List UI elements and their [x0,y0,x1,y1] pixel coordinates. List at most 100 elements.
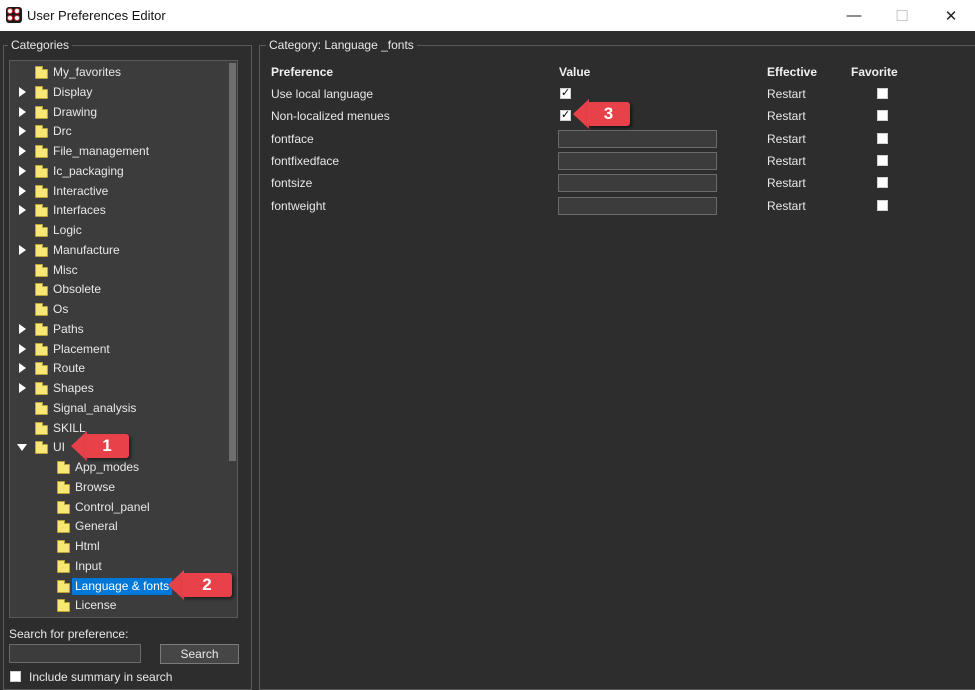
maximize-button[interactable]: ☐ [878,0,926,31]
tree-item-label: Drawing [53,104,98,119]
preference-name: fontface [271,131,314,146]
preference-value-input[interactable] [558,196,717,215]
categories-title: Categories [8,38,73,52]
tree-item-control-panel[interactable]: Control_panel [10,498,228,517]
folder-icon [35,401,48,415]
favorite-checkbox[interactable] [877,110,888,122]
close-button[interactable]: ✕ [927,0,975,31]
folder-icon [35,204,48,218]
favorite-checkbox[interactable] [877,88,888,99]
preference-effective: Restart [767,131,806,146]
search-button[interactable]: Search [160,644,239,664]
expand-arrow-icon[interactable] [19,86,26,97]
favorite-checkbox[interactable] [877,199,888,211]
tree-item-display[interactable]: Display [10,83,228,102]
preference-name: fontweight [271,198,326,213]
preference-name: fontfixedface [271,153,340,168]
folder-icon [35,421,48,435]
tree-scroll-thumb[interactable] [229,63,236,461]
tree-item-route[interactable]: Route [10,359,228,378]
tree-item-drawing[interactable]: Drawing [10,103,228,122]
preference-value-input[interactable] [558,129,717,148]
tree-item-label: My_favorites [53,65,122,79]
tree-item-label: License [75,598,117,613]
tree-item-label: Os [53,302,69,316]
tree-item-my-favorites[interactable]: My_favorites [10,63,228,82]
tree-item-license[interactable]: License [10,596,228,615]
expand-arrow-icon[interactable] [19,244,26,255]
tree-item-label: Drc [53,124,72,139]
tree-item-label: App_modes [75,460,140,474]
preference-value-checkbox[interactable] [560,108,571,122]
expand-arrow-icon[interactable] [19,165,26,176]
preference-value-checkbox[interactable] [560,86,571,99]
folder-icon [35,303,48,316]
column-header-favorite: Favorite [851,65,898,79]
folder-icon [57,599,70,613]
tree-item-interactive[interactable]: Interactive [10,182,228,201]
folder-icon [35,105,48,119]
tree-item-os[interactable]: Os [10,300,228,319]
preference-effective: Restart [767,198,806,213]
preference-value-input[interactable] [558,174,717,193]
include-summary-checkbox[interactable] [10,671,21,682]
tree-item-file-management[interactable]: File_management [10,142,228,161]
column-header-effective: Effective [767,65,818,79]
tree-item-html[interactable]: Html [10,537,228,556]
folder-icon [35,145,48,158]
tree-item-signal-analysis[interactable]: Signal_analysis [10,399,228,418]
expand-arrow-icon[interactable] [19,185,26,196]
column-header-value: Value [559,65,591,79]
expand-arrow-icon[interactable] [19,363,26,374]
expand-arrow-icon[interactable] [19,106,26,117]
tree-item-browse[interactable]: Browse [10,478,228,497]
minimize-button[interactable]: — [830,0,878,31]
tree-item-label: General [75,519,118,534]
favorite-checkbox[interactable] [877,177,888,189]
expand-arrow-icon[interactable] [19,205,26,216]
tree-item-placement[interactable]: Placement [10,340,228,359]
tree-item-obsolete[interactable]: Obsolete [10,280,228,299]
preference-name: fontsize [271,176,313,191]
search-input[interactable] [9,644,141,663]
folder-icon [57,480,70,494]
folder-icon [35,362,48,376]
tree-item-misc[interactable]: Misc [10,261,228,280]
tree-item-general[interactable]: General [10,517,228,536]
expand-arrow-icon[interactable] [19,126,26,137]
tree-item-label: Signal_analysis [53,400,137,415]
tree-item-drc[interactable]: Drc [10,122,228,141]
tree-item-app-modes[interactable]: App_modes [10,458,228,477]
expand-arrow-icon[interactable] [19,146,26,156]
folder-icon [35,243,48,257]
category-tree[interactable]: My_favorites Display Drawing Drc File_manage… [9,60,238,618]
expand-arrow-icon[interactable] [19,343,26,354]
tree-item-label: Language & fonts [72,577,173,595]
tree-item-label: Html [75,539,100,553]
tree-item-label: File_management [53,144,150,158]
tree-item-logic[interactable]: Logic [10,221,228,240]
favorite-checkbox[interactable] [877,154,888,166]
favorite-checkbox[interactable] [877,132,888,144]
expand-arrow-icon[interactable] [19,323,26,334]
callout-arrow-1: 1 [71,431,129,461]
folder-icon [35,184,48,198]
collapse-arrow-icon[interactable] [17,444,27,452]
folder-icon [57,579,70,593]
expand-arrow-icon[interactable] [19,383,26,393]
tree-item-shapes[interactable]: Shapes [10,379,228,398]
tree-item-paths[interactable]: Paths [10,320,228,339]
folder-icon [35,164,48,178]
tree-item-ic-packaging[interactable]: Ic_packaging [10,162,228,181]
tree-item-interfaces[interactable]: Interfaces [10,201,228,220]
app-logo-icon [6,7,22,23]
tree-item-manufacture[interactable]: Manufacture [10,241,228,260]
tree-scrollbar[interactable] [227,61,237,617]
tree-item-label: Interactive [53,183,109,198]
tree-item-label: Placement [53,341,110,356]
tree-item-label: Obsolete [53,282,102,297]
folder-icon [35,342,48,356]
tree-item-label: Logic [53,223,82,237]
preference-name: Non-localized menues [271,109,390,124]
preference-value-input[interactable] [558,151,717,170]
